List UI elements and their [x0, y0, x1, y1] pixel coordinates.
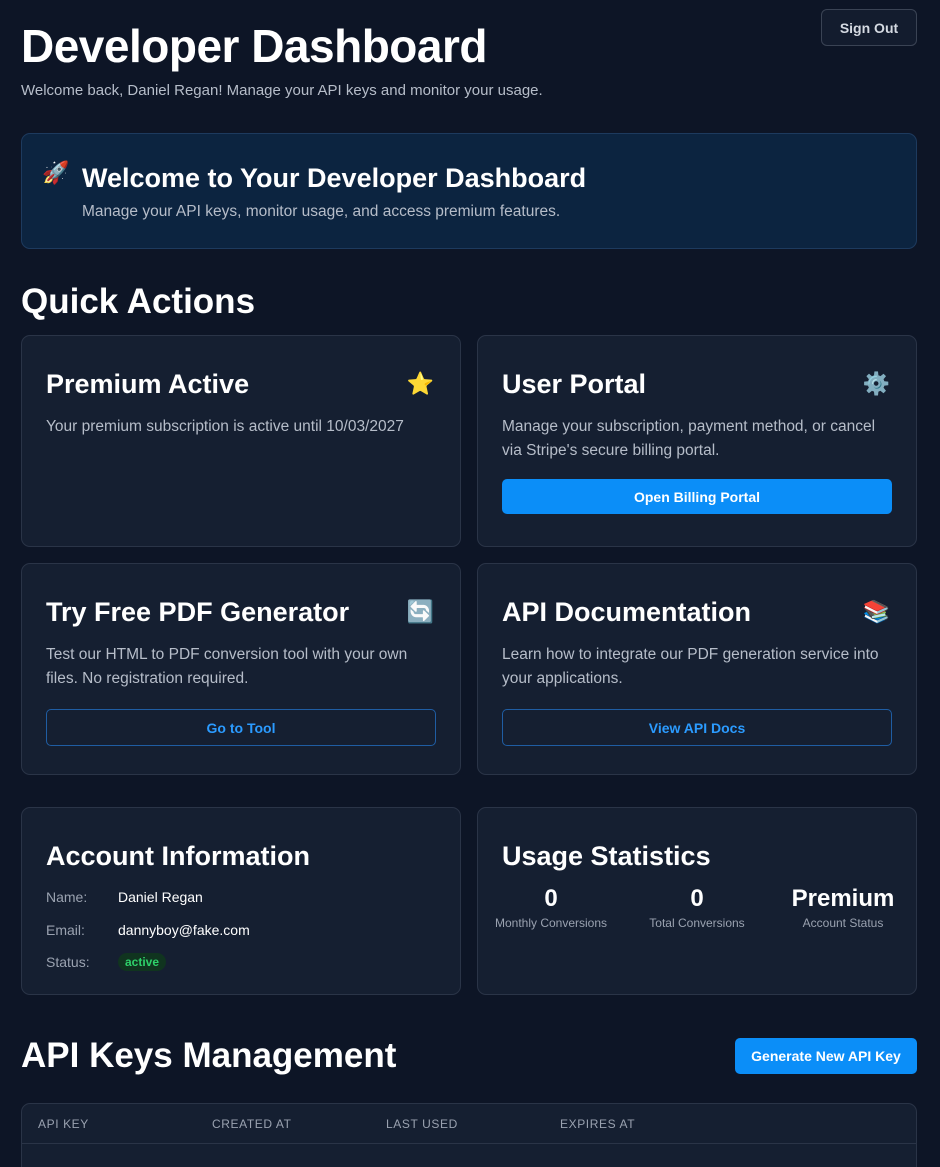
column-header-api-key: API KEY — [38, 1116, 89, 1131]
status-label: Status: — [46, 954, 90, 971]
gear-icon: ⚙️ — [862, 371, 890, 396]
pdf-generator-text: Test our HTML to PDF conversion tool wit… — [46, 646, 408, 687]
email-value: dannyboy@fake.com — [118, 921, 250, 938]
welcome-text: Manage your API keys, monitor usage, and… — [82, 203, 561, 220]
stat-value: 0 — [544, 885, 558, 912]
star-icon: ⭐ — [406, 371, 434, 396]
user-portal-card: User Portal ⚙️ Manage your subscription,… — [477, 335, 917, 547]
api-keys-table: API KEY CREATED AT LAST USED EXPIRES AT — [21, 1103, 917, 1167]
pdf-generator-card: Try Free PDF Generator 🔄 Test our HTML t… — [21, 563, 461, 775]
quick-actions-title: Quick Actions — [21, 282, 256, 321]
status-badge: active — [118, 953, 167, 972]
page-title: Developer Dashboard — [21, 20, 487, 72]
page-subtitle: Welcome back, Daniel Regan! Manage your … — [21, 82, 543, 99]
dashboard-page: Developer Dashboard Welcome back, Daniel… — [0, 0, 940, 1167]
usage-stats-card: Usage Statistics 0 Monthly Conversions 0… — [477, 807, 917, 995]
view-api-docs-button[interactable]: View API Docs — [502, 709, 892, 746]
api-keys-title: API Keys Management — [21, 1036, 397, 1075]
usage-stats-title: Usage Statistics — [502, 841, 711, 871]
name-value: Daniel Regan — [118, 889, 203, 906]
column-header-last-used: LAST USED — [386, 1116, 458, 1131]
api-docs-card: API Documentation 📚 Learn how to integra… — [477, 563, 917, 775]
api-keys-header: API Keys Management Generate New API Key — [21, 1036, 917, 1076]
stat-account-status: Premium Account Status — [770, 883, 916, 930]
rocket-icon: 🚀 — [42, 160, 70, 185]
open-billing-portal-button[interactable]: Open Billing Portal — [502, 479, 892, 514]
welcome-banner: 🚀 Welcome to Your Developer Dashboard Ma… — [21, 133, 917, 249]
column-header-created-at: CREATED AT — [212, 1116, 292, 1131]
table-header-row: API KEY CREATED AT LAST USED EXPIRES AT — [22, 1104, 916, 1144]
stat-value: 0 — [690, 885, 704, 912]
refresh-icon: 🔄 — [406, 599, 434, 624]
account-info-title: Account Information — [46, 841, 310, 871]
premium-card: Premium Active ⭐ Your premium subscripti… — [21, 335, 461, 547]
quick-actions-grid: Premium Active ⭐ Your premium subscripti… — [21, 335, 917, 775]
premium-card-text: Your premium subscription is active unti… — [46, 418, 404, 435]
stat-label: Total Conversions — [649, 916, 745, 930]
name-label: Name: — [46, 889, 88, 906]
sign-out-button[interactable]: Sign Out — [821, 9, 917, 46]
account-status-row: Status: active — [46, 946, 436, 979]
header: Developer Dashboard Welcome back, Daniel… — [21, 0, 917, 99]
stat-total-conversions: 0 Total Conversions — [624, 883, 770, 930]
api-docs-title: API Documentation — [502, 597, 752, 627]
go-to-tool-button[interactable]: Go to Tool — [46, 709, 436, 746]
account-name-row: Name: Daniel Regan — [46, 881, 436, 914]
user-portal-title: User Portal — [502, 369, 647, 399]
generate-api-key-button[interactable]: Generate New API Key — [735, 1038, 917, 1074]
account-info-card: Account Information Name: Daniel Regan E… — [21, 807, 461, 995]
email-label: Email: — [46, 921, 85, 938]
stat-monthly-conversions: 0 Monthly Conversions — [478, 883, 624, 930]
user-portal-text: Manage your subscription, payment method… — [502, 418, 876, 459]
api-docs-text: Learn how to integrate our PDF generatio… — [502, 646, 879, 687]
stat-label: Account Status — [802, 916, 884, 930]
welcome-title: Welcome to Your Developer Dashboard — [82, 163, 587, 193]
account-email-row: Email: dannyboy@fake.com — [46, 914, 436, 947]
stat-label: Monthly Conversions — [494, 916, 608, 930]
stat-value: Premium — [791, 885, 895, 912]
pdf-generator-title: Try Free PDF Generator — [46, 597, 350, 627]
premium-card-title: Premium Active — [46, 369, 250, 399]
info-grid: Account Information Name: Daniel Regan E… — [21, 807, 917, 995]
column-header-expires-at: EXPIRES AT — [560, 1116, 636, 1131]
books-icon: 📚 — [862, 599, 890, 624]
